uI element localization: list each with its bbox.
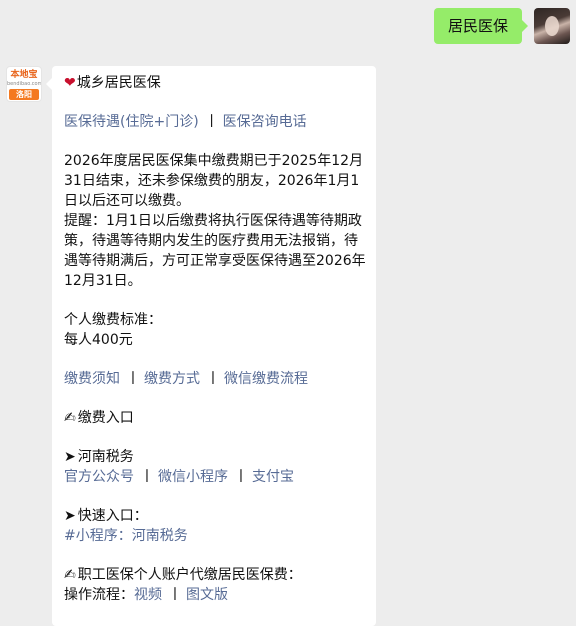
- avatar-face: [545, 16, 559, 36]
- para2-line3: 遇等待期满后，方可正常享受医保待遇至2026年: [64, 253, 366, 269]
- para1-line1: 2026年度居民医保集中缴费期已于2025年12月: [64, 153, 364, 169]
- process-row: 操作流程：视频丨图文版: [64, 585, 366, 605]
- writing-hand-icon: ✍: [64, 410, 76, 426]
- writing-hand-icon: ✍: [64, 567, 76, 583]
- official-account-avatar[interactable]: 本地宝 bendibao.com 洛阳: [6, 66, 42, 102]
- logo-domain: bendibao.com: [7, 81, 42, 87]
- link-benefits[interactable]: 医保待遇(住院+门诊): [64, 114, 199, 130]
- employee-heading: ✍ 职工医保个人账户代缴居民医保费：: [64, 567, 302, 583]
- link-quick-mini-program[interactable]: #小程序：河南税务: [64, 528, 188, 544]
- user-avatar[interactable]: [534, 8, 570, 44]
- standard-label: 个人缴费标准：: [64, 312, 162, 328]
- logo-city: 洛阳: [9, 89, 39, 100]
- logo-brand: 本地宝: [10, 70, 38, 80]
- links-row-tax: 官方公众号丨微信小程序丨支付宝: [64, 467, 366, 487]
- separator: 丨: [140, 469, 154, 485]
- user-message-row: 居民医保: [0, 8, 576, 52]
- link-payment-notice[interactable]: 缴费须知: [64, 371, 120, 387]
- arrow-icon: ➤: [64, 508, 76, 524]
- henan-tax-heading: ➤ 河南税务: [64, 449, 134, 465]
- link-alipay[interactable]: 支付宝: [252, 469, 294, 485]
- links-row-payment: 缴费须知丨缴费方式丨微信缴费流程: [64, 369, 366, 389]
- link-official-account[interactable]: 官方公众号: [64, 469, 134, 485]
- para1-line3: 日以后还可以缴费。: [64, 193, 190, 209]
- link-graphic-version[interactable]: 图文版: [186, 587, 228, 603]
- para2-line2: 策，待遇等待期内发生的医疗费用无法报销，待: [64, 233, 358, 249]
- bot-message-bubble: ❤城乡居民医保 医保待遇(住院+门诊) 丨医保咨询电话 2026年度居民医保集中缴…: [46, 66, 376, 626]
- link-video[interactable]: 视频: [134, 587, 162, 603]
- arrow-icon: ➤: [64, 449, 76, 465]
- separator: 丨: [234, 469, 248, 485]
- para1-line2: 31日结束，还未参保缴费的朋友，2026年1月1: [64, 173, 360, 189]
- para2-line4: 12月31日。: [64, 273, 142, 289]
- bot-message-content: ❤城乡居民医保 医保待遇(住院+门诊) 丨医保咨询电话 2026年度居民医保集中缴…: [64, 73, 366, 605]
- para2-line1: 提醒：1月1日以后缴费将执行医保待遇等待期政: [64, 213, 362, 229]
- link-wechat-process[interactable]: 微信缴费流程: [224, 371, 308, 387]
- separator: 丨: [126, 371, 140, 387]
- link-payment-method[interactable]: 缴费方式: [144, 371, 200, 387]
- separator: 丨: [206, 371, 220, 387]
- standard-value: 每人400元: [64, 332, 133, 348]
- links-row-benefits: 医保待遇(住院+门诊) 丨医保咨询电话: [64, 112, 366, 132]
- user-message-bubble[interactable]: 居民医保: [433, 8, 529, 44]
- link-hotline[interactable]: 医保咨询电话: [223, 114, 307, 130]
- pay-entry-heading: ✍ 缴费入口: [64, 410, 134, 426]
- message-title: ❤城乡居民医保: [64, 75, 161, 91]
- separator: 丨: [204, 114, 219, 130]
- quick-entry-row: #小程序：河南税务: [64, 526, 366, 546]
- process-label: 操作流程：: [64, 587, 134, 603]
- heart-icon: ❤: [64, 75, 76, 91]
- link-mini-program[interactable]: 微信小程序: [158, 469, 228, 485]
- quick-entry-heading: ➤ 快速入口：: [64, 508, 148, 524]
- separator: 丨: [168, 587, 182, 603]
